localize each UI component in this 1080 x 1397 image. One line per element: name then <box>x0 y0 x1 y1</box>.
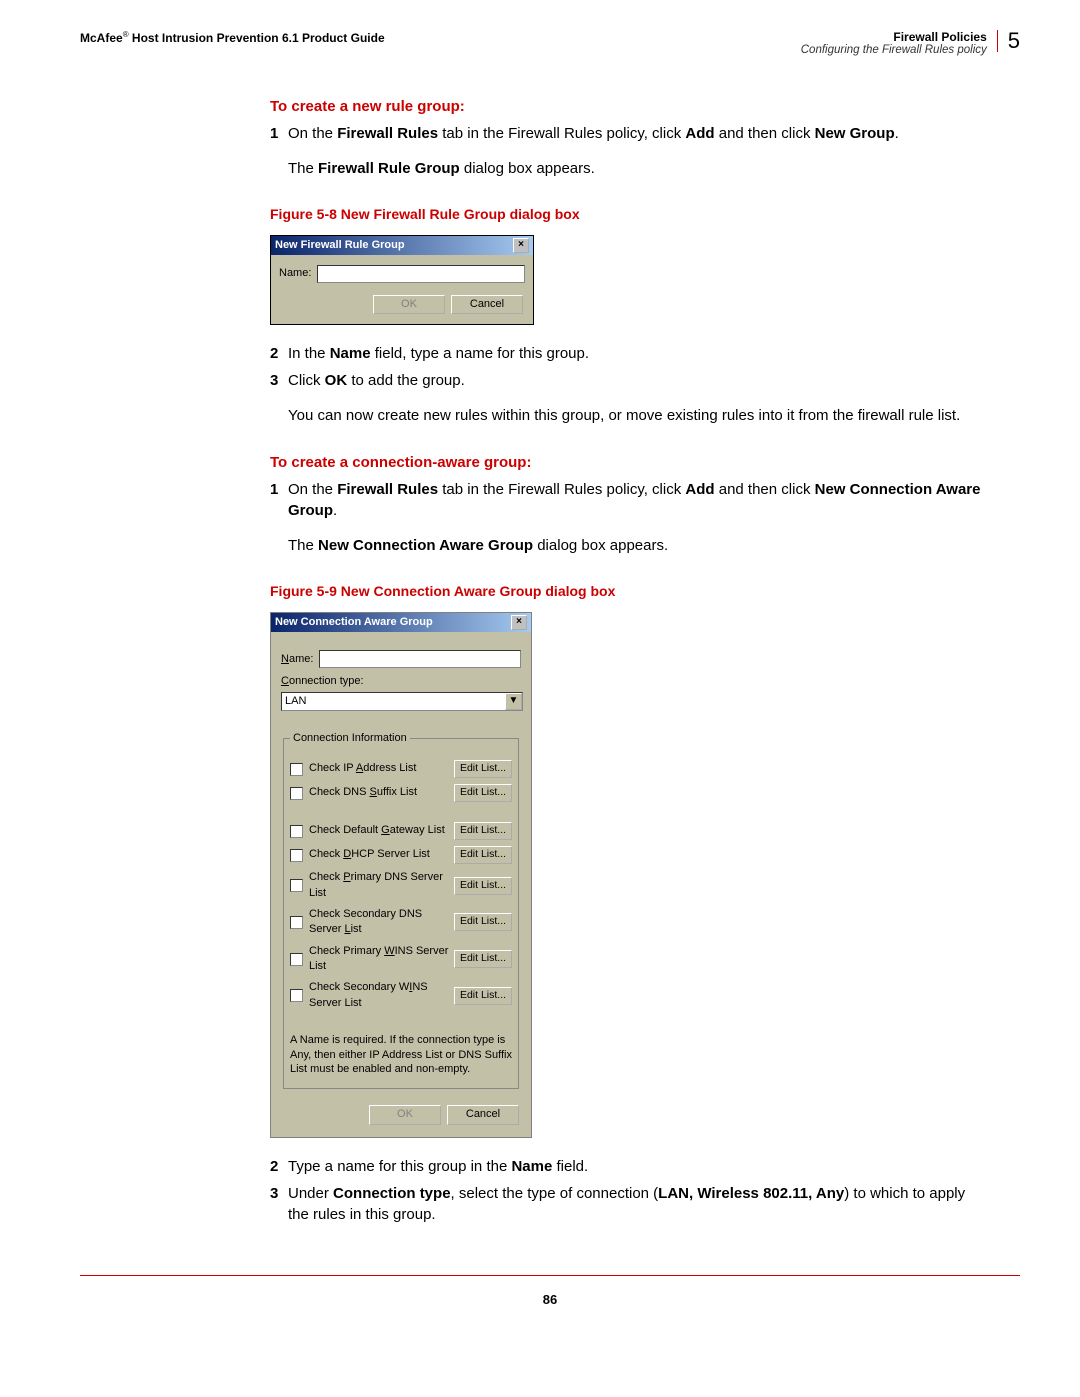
dialog-titlebar: New Firewall Rule Group × <box>271 236 533 255</box>
check-row: Check DHCP Server List Edit List... <box>290 846 512 864</box>
step-1b: 1 On the Firewall Rules tab in the Firew… <box>270 479 990 521</box>
step-3: 3 Click OK to add the group. <box>270 370 990 391</box>
dialog-titlebar: New Connection Aware Group × <box>271 613 531 632</box>
connection-type-select[interactable]: LAN ▼ <box>281 692 523 711</box>
figure-5-8-caption: Figure 5-8 New Firewall Rule Group dialo… <box>270 205 990 225</box>
checkbox[interactable] <box>290 763 303 776</box>
step-2: 2 In the Name field, type a name for thi… <box>270 343 990 364</box>
step-1: 1 On the Firewall Rules tab in the Firew… <box>270 123 990 144</box>
check-label: Check DHCP Server List <box>309 847 430 862</box>
edit-list-button[interactable]: Edit List... <box>454 822 512 840</box>
check-label: Check Secondary DNS Server List <box>309 907 454 938</box>
check-row: Check Default Gateway List Edit List... <box>290 822 512 840</box>
check-label: Check Default Gateway List <box>309 823 445 838</box>
name-label: Name: <box>279 266 311 281</box>
connection-information-fieldset: Connection Information Check IP Address … <box>283 731 519 1089</box>
heading-new-rule-group: To create a new rule group: <box>270 96 990 117</box>
ok-button[interactable]: OK <box>373 295 445 314</box>
edit-list-button[interactable]: Edit List... <box>454 950 512 968</box>
chevron-down-icon: ▼ <box>505 693 522 710</box>
close-icon[interactable]: × <box>511 615 527 630</box>
chapter-number: 5 <box>997 30 1020 52</box>
page-header: McAfee® Host Intrusion Prevention 6.1 Pr… <box>80 30 1020 56</box>
edit-list-button[interactable]: Edit List... <box>454 760 512 778</box>
header-left: McAfee® Host Intrusion Prevention 6.1 Pr… <box>80 30 385 45</box>
step-2b: 2 Type a name for this group in the Name… <box>270 1156 990 1177</box>
edit-list-button[interactable]: Edit List... <box>454 987 512 1005</box>
check-row: Check Secondary DNS Server ListEdit List… <box>290 907 512 938</box>
header-section: Firewall Policies <box>801 30 987 44</box>
edit-list-button[interactable]: Edit List... <box>454 913 512 931</box>
check-row: Check IP Address List Edit List... <box>290 760 512 778</box>
edit-list-button[interactable]: Edit List... <box>454 877 512 895</box>
figure-5-9-caption: Figure 5-9 New Connection Aware Group di… <box>270 582 990 602</box>
check-row: Check Primary DNS Server ListEdit List..… <box>290 870 512 901</box>
dialog-new-firewall-rule-group: New Firewall Rule Group × Name: OK Cance… <box>270 235 534 326</box>
checkbox[interactable] <box>290 953 303 966</box>
check-row: Check Secondary WINS Server ListEdit Lis… <box>290 980 512 1011</box>
check-row: Check Primary WINS Server ListEdit List.… <box>290 944 512 975</box>
close-icon[interactable]: × <box>513 238 529 253</box>
page-number: 86 <box>80 1292 1020 1307</box>
checkbox[interactable] <box>290 879 303 892</box>
checkbox[interactable] <box>290 989 303 1002</box>
cancel-button[interactable]: Cancel <box>447 1105 519 1124</box>
name-label: Name: <box>281 652 313 667</box>
header-right: Firewall Policies Configuring the Firewa… <box>801 30 1020 56</box>
edit-list-button[interactable]: Edit List... <box>454 784 512 802</box>
checkbox[interactable] <box>290 787 303 800</box>
check-label: Check Secondary WINS Server List <box>309 980 454 1011</box>
check-label: Check DNS Suffix List <box>309 785 417 800</box>
check-row: Check DNS Suffix List Edit List... <box>290 784 512 802</box>
step-3b: 3 Under Connection type, select the type… <box>270 1183 990 1225</box>
edit-list-button[interactable]: Edit List... <box>454 846 512 864</box>
heading-connection-aware: To create a connection-aware group: <box>270 452 990 473</box>
checkbox[interactable] <box>290 825 303 838</box>
dialog-new-connection-aware-group: New Connection Aware Group × Name: Conne… <box>270 612 532 1138</box>
footer-divider <box>80 1275 1020 1276</box>
header-subsection: Configuring the Firewall Rules policy <box>801 44 987 56</box>
ok-button[interactable]: OK <box>369 1105 441 1124</box>
name-input[interactable] <box>319 650 521 668</box>
check-label: Check Primary DNS Server List <box>309 870 454 901</box>
cancel-button[interactable]: Cancel <box>451 295 523 314</box>
check-label: Check IP Address List <box>309 761 416 776</box>
checkbox[interactable] <box>290 849 303 862</box>
check-label: Check Primary WINS Server List <box>309 944 454 975</box>
checkbox[interactable] <box>290 916 303 929</box>
name-input[interactable] <box>317 265 525 283</box>
